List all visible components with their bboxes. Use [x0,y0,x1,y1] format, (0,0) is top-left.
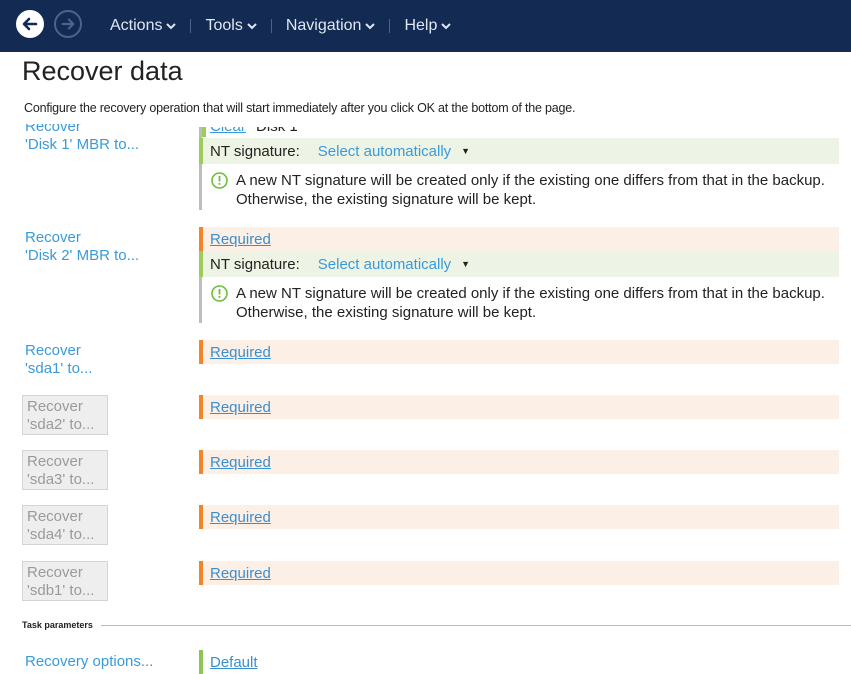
disk2-nt-signature-select[interactable]: Select automatically ▼ [318,256,470,273]
menu-actions-label: Actions [110,17,163,34]
info-text: A new NT signature will be created only … [236,172,825,208]
recover-sda2-label-top: Recover [27,398,83,415]
forward-arrow-icon [61,18,75,30]
chevron-down-icon [441,23,452,30]
chevron-down-icon [166,23,177,30]
nt-signature-label: NT signature: [210,142,300,160]
disk1-target-row: Clear Disk 1 [202,127,839,137]
back-button[interactable] [16,10,44,38]
recover-sda4-button[interactable]: Recover 'sda4' to... [22,505,108,545]
sda1-target-row: Required [199,340,839,364]
back-arrow-icon [22,17,38,31]
disk1-info-message: A new NT signature will be created only … [211,171,843,209]
menu-separator [270,19,272,33]
recover-disk2-link-bottom: 'Disk 2' MBR to... [25,247,140,264]
recover-sda3-label-top: Recover [27,453,83,470]
recover-sda2-button[interactable]: Recover 'sda2' to... [22,395,108,435]
clear-target-link[interactable]: Clear [210,127,246,135]
info-icon [211,172,228,189]
menu-tools-label: Tools [205,17,243,34]
sda2-target-row: Required [199,395,839,419]
recover-disk1-link-bottom: 'Disk 1' MBR to... [25,136,140,153]
nt-signature-label: NT signature: [210,255,300,273]
caret-down-icon: ▼ [461,146,471,156]
recover-sdb1-button[interactable]: Recover 'sdb1' to... [22,561,108,601]
recover-sda1-link-top: Recover [25,342,81,359]
recover-sda4-label-bottom: 'sda4' to... [27,526,95,543]
recovery-options-default-link[interactable]: Default [210,654,258,671]
recover-disk2-link[interactable]: Recover 'Disk 2' MBR to... [25,229,139,265]
recover-sda4-label-top: Recover [27,508,83,525]
sda1-required-link[interactable]: Required [210,344,271,361]
sda3-required-link[interactable]: Required [210,454,271,471]
menu-actions[interactable]: Actions [110,17,177,35]
recover-disk2-link-top: Recover [25,229,81,246]
section-divider [100,624,851,626]
recover-sda3-button[interactable]: Recover 'sda3' to... [22,450,108,490]
page-description: Configure the recovery operation that wi… [24,101,576,115]
menu-separator [190,19,192,33]
menu-tools[interactable]: Tools [205,17,257,35]
disk1-target-value: Disk 1 [256,127,298,135]
info-icon [211,285,228,302]
menu-navigation-label: Navigation [285,17,362,34]
chevron-down-icon [365,23,376,30]
recover-sdb1-label-top: Recover [27,564,83,581]
nt-signature-value: Select automatically [317,142,452,160]
sda4-target-row: Required [199,505,839,529]
disk2-info-message: A new NT signature will be created only … [211,284,843,322]
nt-signature-value: Select automatically [317,255,452,273]
recovery-options-value-row: Default [199,650,258,674]
disk1-nt-signature-select[interactable]: Select automatically ▼ [318,143,470,160]
menu-help-label: Help [404,17,438,34]
recover-disk1-link[interactable]: Recover 'Disk 1' MBR to... [25,118,140,154]
recovery-options-link[interactable]: Recovery options... [25,653,153,670]
recover-disk1-link-top: Recover [25,118,81,135]
sda4-required-link[interactable]: Required [210,509,271,526]
disk1-nt-signature-row: NT signature: Select automatically ▼ [199,138,839,164]
sdb1-required-link[interactable]: Required [210,565,271,582]
disk2-required-link[interactable]: Required [210,231,271,248]
menu-navigation[interactable]: Navigation [286,17,376,35]
recover-sda2-label-bottom: 'sda2' to... [27,416,95,433]
sdb1-target-row: Required [199,561,839,585]
top-toolbar: Actions Tools Navigation Help [0,0,851,52]
menu-separator [389,19,391,33]
task-parameters-section: Task parameters [22,620,851,630]
recover-sda1-link-bottom: 'sda1' to... [25,360,93,377]
task-parameters-label: Task parameters [22,620,93,630]
sda3-target-row: Required [199,450,839,474]
chevron-down-icon [247,23,257,30]
caret-down-icon: ▼ [461,259,471,269]
disk2-nt-signature-row: NT signature: Select automatically ▼ [199,251,839,277]
disk2-target-row: Required [199,227,839,251]
recover-sda3-label-bottom: 'sda3' to... [27,471,95,488]
sda2-required-link[interactable]: Required [210,399,271,416]
recover-sda1-link[interactable]: Recover 'sda1' to... [25,342,92,378]
recover-sdb1-label-bottom: 'sdb1' to... [27,582,95,599]
info-text: A new NT signature will be created only … [236,285,825,321]
menu-help[interactable]: Help [404,17,452,35]
forward-button[interactable] [54,10,82,38]
page-title: Recover data [22,56,183,86]
